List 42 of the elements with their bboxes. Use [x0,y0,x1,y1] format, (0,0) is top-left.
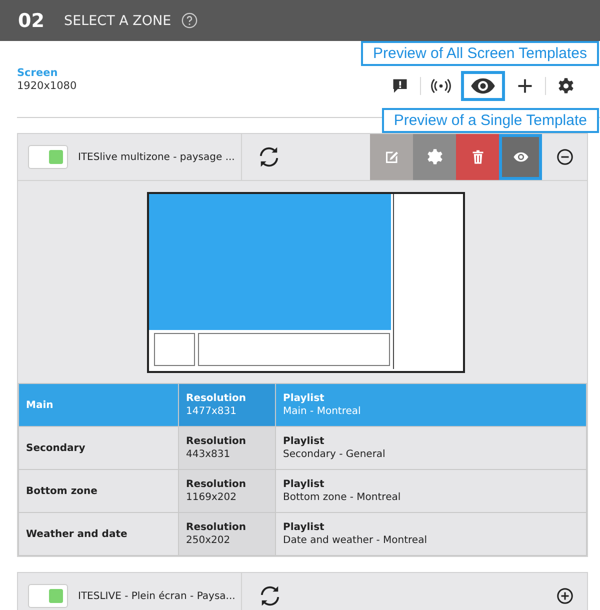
playlist-name: Secondary - General [283,449,386,460]
column-label: Resolution [186,393,248,404]
zone-area[interactable] [154,332,195,366]
playlist-name: Main - Montreal [283,406,362,417]
column-label: Resolution [186,479,248,490]
template-name: ITESlive multizone - paysage ... [78,152,235,162]
screen-label: Screen [17,67,59,79]
zone-resolution: 250x202 [186,535,232,546]
minus-circle-icon [556,148,574,166]
help-icon[interactable] [181,12,198,29]
zone-name: Main [26,400,54,410]
callout-label: Preview of All Screen Templates [361,41,599,66]
step-number: 02 [18,10,46,32]
broadcast-icon [431,76,451,96]
screen-resolution: 1920x1080 [17,80,77,92]
zone-name: Weather and date [26,528,128,540]
settings-icon [426,148,444,166]
plus-icon [516,77,534,95]
alert-icon [391,77,409,95]
zone-name: Secondary [26,442,86,454]
column-label: Playlist [283,436,326,447]
zone-resolution: 1169x202 [186,492,238,503]
playlist-name: Date and weather - Montreal [283,535,428,546]
eye-button[interactable] [461,71,505,101]
settings-icon [557,77,575,95]
trash-button[interactable] [456,134,499,180]
column-label: Playlist [283,522,326,533]
column-label: Playlist [283,393,326,404]
section-title: SELECT A ZONE [64,12,172,28]
zone-resolution: 1477x831 [186,406,238,417]
playlist-name: Bottom zone - Montreal [283,492,402,503]
zone-resolution: 443x831 [186,449,232,460]
callout-label: Preview of a Single Template [382,108,599,133]
zone-area[interactable] [198,332,390,366]
zone-name: Bottom zone [26,486,98,496]
column-label: Playlist [283,479,326,490]
column-label: Resolution [186,436,248,447]
column-label: Resolution [186,522,248,533]
toggle-switch[interactable] [28,145,68,169]
template-name: ITESLIVE - Plein écran - Paysa... [78,590,236,602]
toggle-switch[interactable] [28,584,68,608]
plus-circle-icon [556,587,574,605]
